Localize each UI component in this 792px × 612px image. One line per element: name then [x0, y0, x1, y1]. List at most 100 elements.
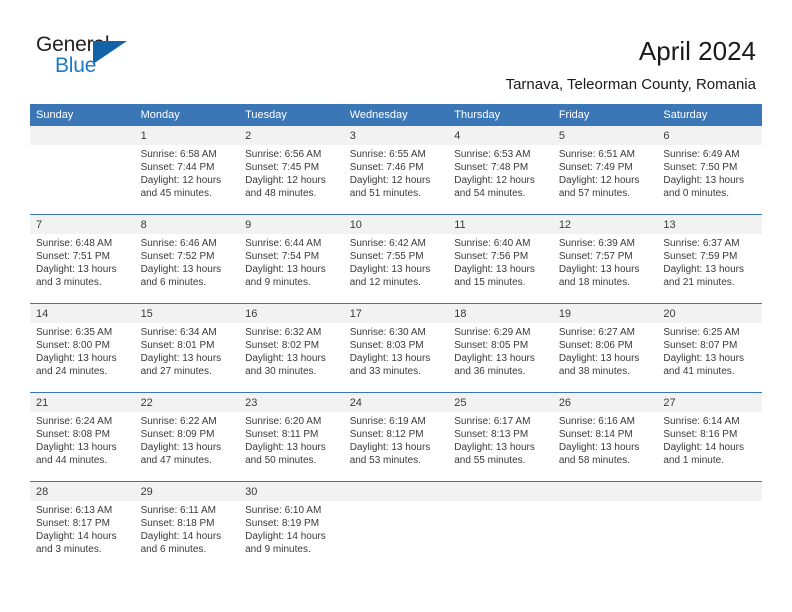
day-number[interactable]: 24 [343, 392, 449, 412]
day-number[interactable]: 28 [30, 481, 135, 501]
sunrise-text: Sunrise: 6:11 AM [140, 505, 216, 516]
sunrise-text: Sunrise: 6:40 AM [454, 238, 531, 249]
day-cell[interactable]: Sunrise: 6:55 AM Sunset: 7:46 PM Dayligh… [343, 145, 449, 215]
day-cell[interactable]: Sunrise: 6:17 AM Sunset: 8:13 PM Dayligh… [448, 412, 553, 482]
day-cell[interactable]: Sunrise: 6:14 AM Sunset: 8:16 PM Dayligh… [657, 412, 762, 482]
sunset-text: Sunset: 8:16 PM [663, 429, 738, 440]
sunset-text: Sunset: 8:08 PM [36, 429, 110, 440]
day-number[interactable]: 21 [30, 392, 135, 412]
daylight-text-line1: Daylight: 13 hours [36, 353, 117, 364]
day-cell[interactable]: Sunrise: 6:35 AM Sunset: 8:00 PM Dayligh… [30, 323, 135, 393]
day-number[interactable]: 4 [448, 126, 553, 145]
day-number[interactable]: 23 [239, 392, 344, 412]
day-cell[interactable]: Sunrise: 6:24 AM Sunset: 8:08 PM Dayligh… [30, 412, 135, 482]
sunrise-text: Sunrise: 6:13 AM [36, 505, 113, 516]
day-cell[interactable]: Sunrise: 6:42 AM Sunset: 7:55 PM Dayligh… [343, 234, 449, 304]
day-number[interactable] [343, 481, 449, 501]
day-cell[interactable]: Sunrise: 6:51 AM Sunset: 7:49 PM Dayligh… [552, 145, 658, 215]
day-number[interactable]: 30 [239, 481, 344, 501]
day-number[interactable]: 8 [134, 214, 240, 234]
daylight-text-line1: Daylight: 13 hours [454, 353, 535, 364]
day-cell[interactable]: Sunrise: 6:13 AM Sunset: 8:17 PM Dayligh… [30, 501, 135, 570]
day-number[interactable]: 2 [239, 126, 344, 145]
day-cell-empty [343, 501, 449, 570]
day-cell[interactable]: Sunrise: 6:46 AM Sunset: 7:52 PM Dayligh… [134, 234, 240, 304]
day-cell[interactable]: Sunrise: 6:48 AM Sunset: 7:51 PM Dayligh… [30, 234, 135, 304]
sunset-text: Sunset: 7:56 PM [454, 251, 529, 262]
day-number[interactable]: 29 [134, 481, 240, 501]
day-cell[interactable]: Sunrise: 6:58 AM Sunset: 7:44 PM Dayligh… [134, 145, 240, 215]
day-number[interactable]: 5 [552, 126, 658, 145]
calendar-header-row: Sunday Monday Tuesday Wednesday Thursday… [30, 104, 762, 126]
daylight-text-line2: and 45 minutes. [140, 188, 212, 199]
day-cell[interactable]: Sunrise: 6:16 AM Sunset: 8:14 PM Dayligh… [552, 412, 658, 482]
sunrise-text: Sunrise: 6:32 AM [245, 327, 322, 338]
daylight-text-line2: and 41 minutes. [663, 366, 735, 377]
day-number[interactable] [552, 481, 658, 501]
day-number[interactable]: 1 [134, 126, 240, 145]
day-number[interactable]: 11 [448, 214, 553, 234]
day-cell[interactable]: Sunrise: 6:22 AM Sunset: 8:09 PM Dayligh… [134, 412, 240, 482]
day-cell[interactable]: Sunrise: 6:20 AM Sunset: 8:11 PM Dayligh… [239, 412, 344, 482]
day-number[interactable]: 22 [134, 392, 240, 412]
weekday-header-friday: Friday [552, 104, 658, 126]
day-number[interactable]: 12 [552, 214, 658, 234]
day-cell[interactable]: Sunrise: 6:44 AM Sunset: 7:54 PM Dayligh… [239, 234, 344, 304]
day-cell-empty [30, 145, 135, 215]
sunrise-text: Sunrise: 6:46 AM [140, 238, 217, 249]
sunset-text: Sunset: 7:45 PM [245, 162, 320, 173]
day-cell[interactable]: Sunrise: 6:34 AM Sunset: 8:01 PM Dayligh… [134, 323, 240, 393]
day-cell[interactable]: Sunrise: 6:19 AM Sunset: 8:12 PM Dayligh… [343, 412, 449, 482]
sunset-text: Sunset: 8:05 PM [454, 340, 529, 351]
day-cell[interactable]: Sunrise: 6:37 AM Sunset: 7:59 PM Dayligh… [657, 234, 762, 304]
sunset-text: Sunset: 8:00 PM [36, 340, 110, 351]
day-cell[interactable]: Sunrise: 6:10 AM Sunset: 8:19 PM Dayligh… [239, 501, 344, 570]
day-cell[interactable]: Sunrise: 6:27 AM Sunset: 8:06 PM Dayligh… [552, 323, 658, 393]
daylight-text-line1: Daylight: 13 hours [140, 442, 222, 453]
day-number[interactable]: 7 [30, 214, 135, 234]
day-cell[interactable]: Sunrise: 6:49 AM Sunset: 7:50 PM Dayligh… [657, 145, 762, 215]
sunset-text: Sunset: 8:14 PM [558, 429, 633, 440]
sunrise-text: Sunrise: 6:48 AM [36, 238, 113, 249]
day-number[interactable]: 17 [343, 303, 449, 323]
day-cell[interactable]: Sunrise: 6:29 AM Sunset: 8:05 PM Dayligh… [448, 323, 553, 393]
sunset-text: Sunset: 8:18 PM [140, 518, 215, 529]
daylight-text-line1: Daylight: 13 hours [454, 264, 535, 275]
day-cell[interactable]: Sunrise: 6:25 AM Sunset: 8:07 PM Dayligh… [657, 323, 762, 393]
day-number[interactable]: 3 [343, 126, 449, 145]
daylight-text-line2: and 58 minutes. [558, 455, 630, 466]
day-number[interactable]: 20 [657, 303, 762, 323]
day-cell[interactable]: Sunrise: 6:32 AM Sunset: 8:02 PM Dayligh… [239, 323, 344, 393]
sunset-text: Sunset: 7:50 PM [663, 162, 738, 173]
day-number[interactable]: 6 [657, 126, 762, 145]
day-number[interactable]: 18 [448, 303, 553, 323]
day-cell[interactable]: Sunrise: 6:39 AM Sunset: 7:57 PM Dayligh… [552, 234, 658, 304]
day-cell[interactable]: Sunrise: 6:40 AM Sunset: 7:56 PM Dayligh… [448, 234, 553, 304]
daylight-text-line2: and 12 minutes. [349, 277, 421, 288]
sunrise-text: Sunrise: 6:39 AM [558, 238, 635, 249]
day-number[interactable]: 13 [657, 214, 762, 234]
weekday-header-monday: Monday [134, 104, 240, 126]
day-number[interactable] [30, 126, 135, 145]
day-number[interactable]: 27 [657, 392, 762, 412]
day-number[interactable]: 19 [552, 303, 658, 323]
day-cell[interactable]: Sunrise: 6:30 AM Sunset: 8:03 PM Dayligh… [343, 323, 449, 393]
day-cell[interactable]: Sunrise: 6:56 AM Sunset: 7:45 PM Dayligh… [239, 145, 344, 215]
daylight-text-line2: and 36 minutes. [454, 366, 526, 377]
day-number[interactable]: 14 [30, 303, 135, 323]
weekday-header-saturday: Saturday [657, 104, 762, 126]
day-number[interactable]: 15 [134, 303, 240, 323]
day-cell[interactable]: Sunrise: 6:11 AM Sunset: 8:18 PM Dayligh… [134, 501, 240, 570]
day-number[interactable]: 26 [552, 392, 658, 412]
sunset-text: Sunset: 8:03 PM [349, 340, 424, 351]
logo-triangle-icon [93, 41, 127, 64]
day-number[interactable] [657, 481, 762, 501]
day-number[interactable]: 25 [448, 392, 553, 412]
daylight-text-line2: and 9 minutes. [245, 544, 311, 555]
day-number[interactable]: 9 [239, 214, 344, 234]
day-number[interactable]: 16 [239, 303, 344, 323]
page-header: General Blue April 2024 Tarnava, Teleorm… [0, 0, 792, 100]
day-number[interactable]: 10 [343, 214, 449, 234]
day-number[interactable] [448, 481, 553, 501]
day-cell[interactable]: Sunrise: 6:53 AM Sunset: 7:48 PM Dayligh… [448, 145, 553, 215]
